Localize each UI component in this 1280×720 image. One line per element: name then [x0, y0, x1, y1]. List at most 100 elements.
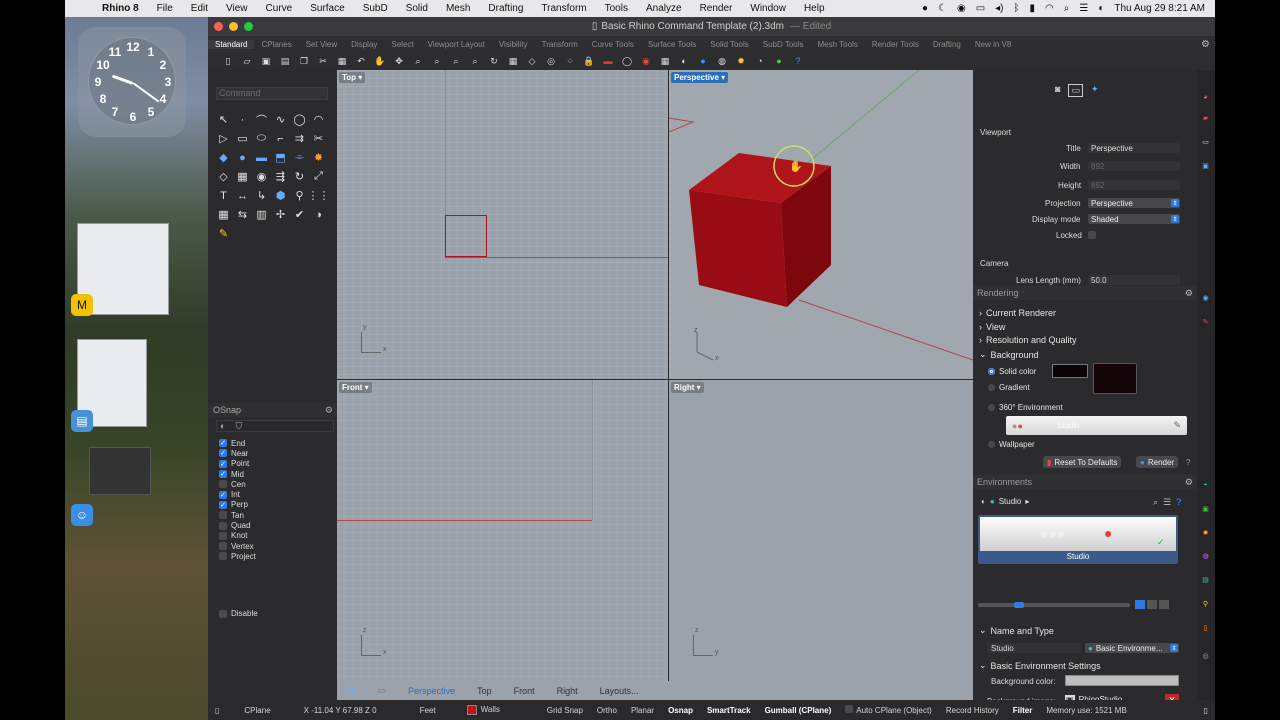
siri-icon[interactable]: ◐	[1098, 3, 1104, 14]
checkbox[interactable]	[219, 552, 227, 561]
desktop-terminal-thumbnail[interactable]	[89, 447, 151, 495]
status-gumball[interactable]: Gumball (CPlane)	[758, 706, 839, 715]
environment-icon[interactable]: ◍	[714, 54, 730, 68]
checkbox[interactable]	[219, 480, 227, 489]
scale-tool-icon[interactable]: ⤢	[309, 167, 328, 186]
solid-color-option[interactable]: Solid color	[988, 367, 1036, 376]
tab-subd-tools[interactable]: SubD Tools	[756, 40, 811, 49]
array-tool-icon[interactable]: ⋮⋮	[308, 186, 330, 205]
tree-resolution-quality[interactable]: › Resolution and Quality	[979, 335, 1077, 345]
viewport-props-icon[interactable]: ▭	[1068, 84, 1083, 97]
viewport-tab-layouts[interactable]: Layouts...	[589, 686, 650, 696]
width-field[interactable]: 892	[1088, 161, 1180, 171]
lock-icon[interactable]: 🔒	[581, 54, 597, 68]
help-icon[interactable]: ?	[1176, 497, 1181, 508]
camera-icon[interactable]: ◙	[1055, 84, 1060, 97]
menu-file[interactable]: File	[148, 3, 182, 14]
thumbnail-size-slider[interactable]	[978, 602, 1130, 608]
tab-solid-tools[interactable]: Solid Tools	[703, 40, 756, 49]
menu-subd[interactable]: SubD	[354, 3, 397, 14]
environment-current-selector[interactable]: ◐ ● Studio ▸	[981, 497, 1029, 506]
status-record-history[interactable]: Record History	[939, 706, 1006, 715]
locked-checkbox[interactable]	[1088, 231, 1096, 239]
lens-length-field[interactable]: 50.0	[1088, 275, 1180, 285]
environments-gear-icon[interactable]: ⚙	[1185, 477, 1197, 488]
status-units[interactable]: Feet	[384, 706, 443, 715]
right-panel-toggle-icon[interactable]: ▯	[1197, 706, 1215, 715]
tab-select[interactable]: Select	[384, 40, 420, 49]
render-props-icon[interactable]: ✦	[1091, 84, 1099, 97]
osnap-row-perp[interactable]: ✓ Perp	[219, 500, 256, 510]
record-icon[interactable]: ●	[922, 3, 928, 14]
osnap-disable-row[interactable]: Disable	[219, 609, 258, 618]
osnap-row-tan[interactable]: Tan	[219, 510, 256, 520]
viewport-right[interactable]: Right ▾ z y	[669, 380, 973, 681]
bluetooth-icon[interactable]: ᛒ	[1014, 3, 1020, 14]
zoom-window-icon[interactable]: ⌕	[429, 54, 445, 68]
print-icon[interactable]: ▤	[277, 54, 293, 68]
checkbox[interactable]: ✓	[219, 439, 227, 448]
menu-window[interactable]: Window	[741, 3, 795, 14]
projection-select[interactable]: Perspective ⇕	[1088, 198, 1180, 208]
env360-selector[interactable]: ●● Studio ✎	[1006, 416, 1187, 435]
search-icon[interactable]: ⚲	[1200, 598, 1211, 609]
list-view-icon[interactable]	[1147, 600, 1157, 609]
viewport-title-front[interactable]: Front ▾	[339, 382, 372, 393]
tab-viewport-layout[interactable]: Viewport Layout	[421, 40, 492, 49]
menubar-datetime[interactable]: Thu Aug 29 8:21 AM	[1114, 3, 1205, 14]
ground-plane-icon[interactable]: ▤	[1200, 574, 1211, 585]
osnap-row-mid[interactable]: ✓ Mid	[219, 469, 256, 479]
viewport-perspective[interactable]: Perspective ▾ ✋ z x	[669, 70, 973, 379]
radio[interactable]	[988, 404, 995, 411]
command-input[interactable]: Command	[216, 87, 328, 100]
dimension-tool-icon[interactable]: ↔	[233, 186, 252, 205]
subd-tool-icon[interactable]: ◇	[214, 167, 233, 186]
slider-thumb[interactable]	[1014, 602, 1024, 608]
viewport-tab-perspective[interactable]: Perspective	[397, 686, 466, 696]
cplane-icon[interactable]: ◇	[524, 54, 540, 68]
hide-tool-icon[interactable]: ◑	[309, 205, 328, 224]
checkbox[interactable]: ✓	[219, 470, 227, 479]
display-mode-select[interactable]: Shaded ⇕	[1088, 214, 1180, 224]
loft-tool-icon[interactable]: ⌯	[290, 148, 309, 167]
radio[interactable]	[988, 441, 995, 448]
fillet-tool-icon[interactable]: ⌐	[271, 129, 290, 148]
osnap-row-project[interactable]: Project	[219, 551, 256, 561]
rotate-view-icon[interactable]: ↻	[486, 54, 502, 68]
color-wheel-icon[interactable]: ◉	[638, 54, 654, 68]
checkbox[interactable]	[219, 521, 227, 530]
tab-new-in-v8[interactable]: New in V8	[968, 40, 1018, 49]
osnap-row-cen[interactable]: Cen	[219, 479, 256, 489]
rectangle-tool-icon[interactable]: ▭	[233, 129, 252, 148]
tab-surface-tools[interactable]: Surface Tools	[641, 40, 703, 49]
render-preview-icon[interactable]: ◐	[676, 54, 692, 68]
save-icon[interactable]: ▣	[258, 54, 274, 68]
finder-icon[interactable]: ☺	[71, 504, 93, 526]
circle-tool-icon[interactable]: ◯	[290, 110, 309, 129]
zoom-selected-icon[interactable]: ⌕	[467, 54, 483, 68]
explode-tool-icon[interactable]: ✸	[309, 148, 328, 167]
menu-solid[interactable]: Solid	[397, 3, 437, 14]
tab-set-view[interactable]: Set View	[299, 40, 344, 49]
sun-icon[interactable]: ✹	[733, 54, 749, 68]
tab-curve-tools[interactable]: Curve Tools	[585, 40, 641, 49]
mesh-tool-icon[interactable]: ▦	[233, 167, 252, 186]
wallpaper-option[interactable]: Wallpaper	[988, 440, 1035, 449]
check-tool-icon[interactable]: ✔	[290, 205, 309, 224]
reset-to-defaults-button[interactable]: ▮ Reset To Defaults	[1043, 456, 1122, 468]
menu-view[interactable]: View	[217, 3, 257, 14]
cut-icon[interactable]: ✂	[315, 54, 331, 68]
car-icon[interactable]: ▬	[600, 54, 616, 68]
osnap-row-end[interactable]: ✓ End	[219, 438, 256, 448]
gradient-option[interactable]: Gradient	[988, 383, 1030, 392]
checkbox[interactable]	[219, 511, 227, 520]
light-icon[interactable]: ◯	[619, 54, 635, 68]
properties-icon[interactable]: ▣	[1200, 160, 1211, 171]
osnap-row-quad[interactable]: Quad	[219, 520, 256, 530]
lights-icon[interactable]: ◍	[1200, 550, 1211, 561]
tree-view-icon[interactable]	[1159, 600, 1169, 609]
gumball-tool-icon[interactable]: ✢	[271, 205, 290, 224]
tree-name-and-type[interactable]: ⌄ Name and Type	[979, 625, 1054, 636]
osnap-row-knot[interactable]: Knot	[219, 531, 256, 541]
tab-drafting[interactable]: Drafting	[926, 40, 968, 49]
